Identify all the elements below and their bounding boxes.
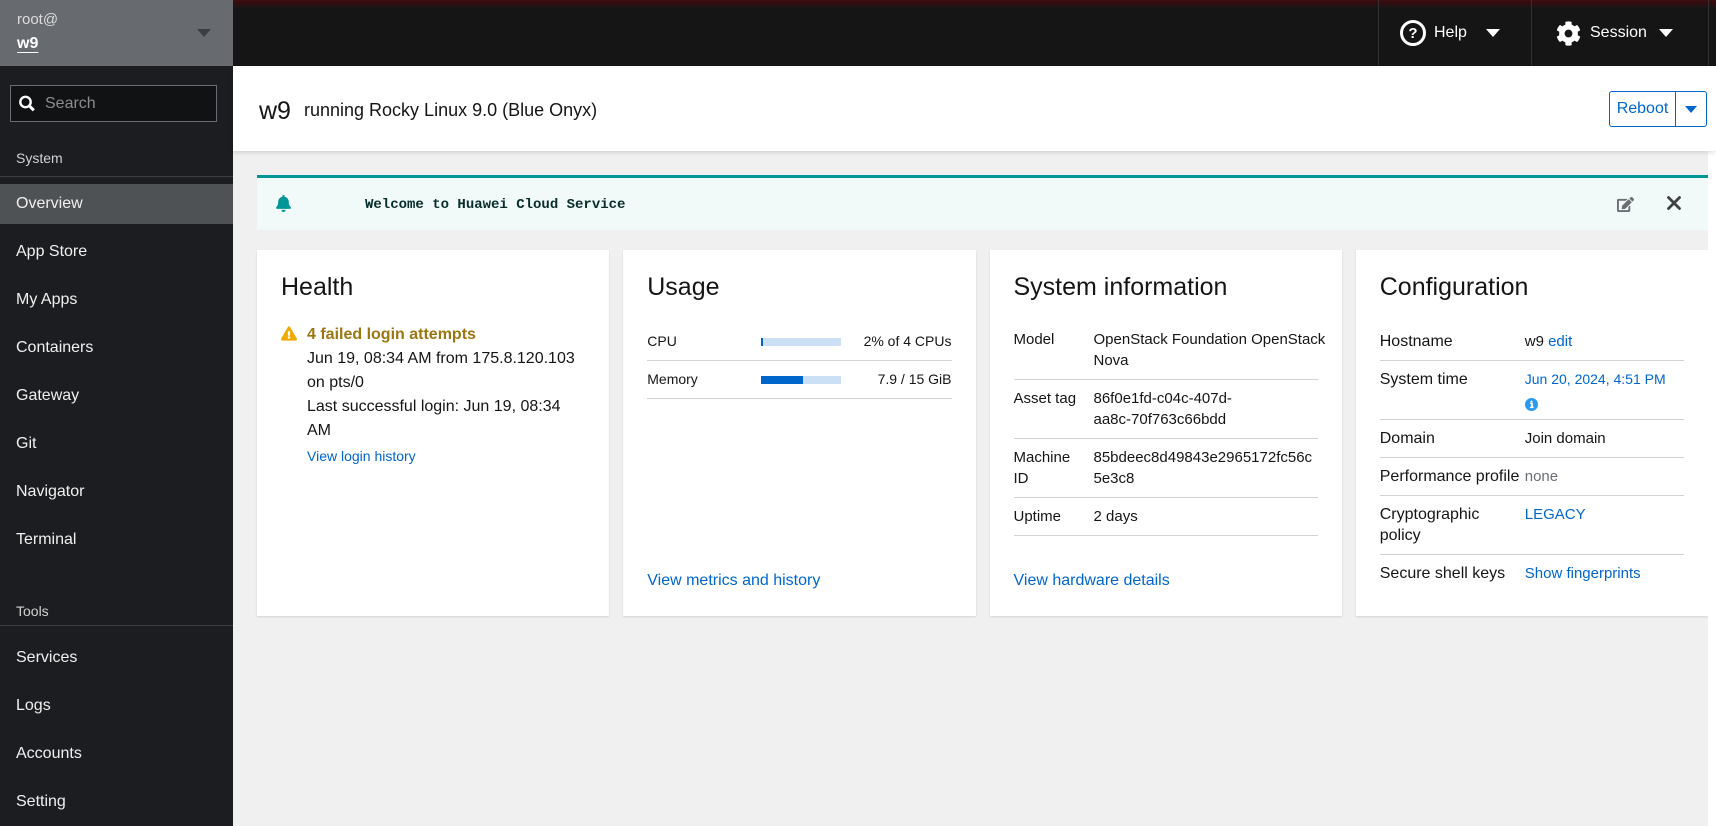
svg-text:?: ?: [1408, 25, 1417, 42]
